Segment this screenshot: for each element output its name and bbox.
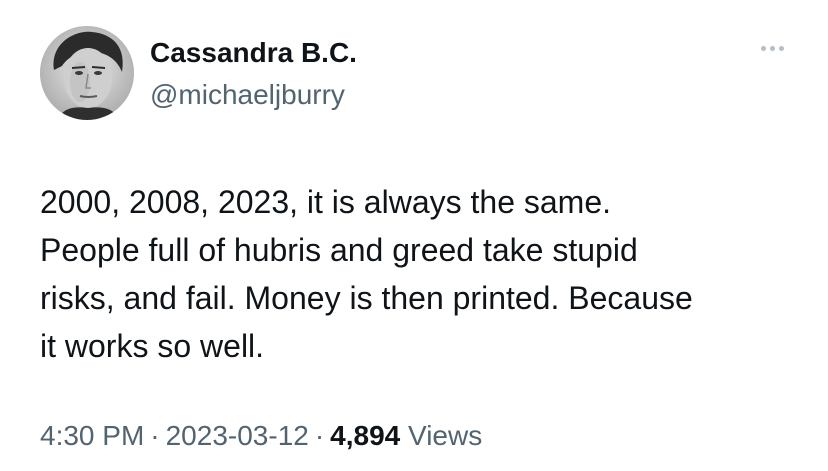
tweet-date: 2023-03-12 <box>165 420 309 451</box>
views-count: 4,894 <box>330 420 401 451</box>
author-avatar[interactable] <box>40 26 134 120</box>
tweet-text-line: People full of hubris and greed take stu… <box>40 232 638 268</box>
more-options-icon[interactable] <box>756 38 788 58</box>
avatar-photo-icon <box>40 26 134 120</box>
author-display-name[interactable]: Cassandra B.C. <box>150 36 357 70</box>
tweet-text-line: 2000, 2008, 2023, it is always the same. <box>40 184 612 220</box>
meta-separator: · <box>314 420 325 451</box>
tweet-text-line: it works so well. <box>40 328 265 364</box>
author-handle[interactable]: @michaeljburry <box>150 78 345 112</box>
tweet-time: 4:30 PM <box>40 420 145 451</box>
tweet-text-line: risks, and fail. Money is then printed. … <box>40 280 693 316</box>
views-label: Views <box>408 420 483 451</box>
tweet-time-link[interactable]: 4:30 PM · 2023-03-12 <box>40 420 309 451</box>
tweet-text: 2000, 2008, 2023, it is always the same.… <box>40 178 800 370</box>
more-dot <box>769 45 775 51</box>
more-dot <box>778 45 784 51</box>
tweet-meta: 4:30 PM · 2023-03-12 · 4,894 Views <box>40 419 482 453</box>
tweet-card: Cassandra B.C. @michaeljburry 2000, 2008… <box>0 0 828 471</box>
meta-separator: · <box>150 420 160 451</box>
more-dot <box>760 45 766 51</box>
views-link[interactable]: 4,894 Views <box>330 420 482 451</box>
